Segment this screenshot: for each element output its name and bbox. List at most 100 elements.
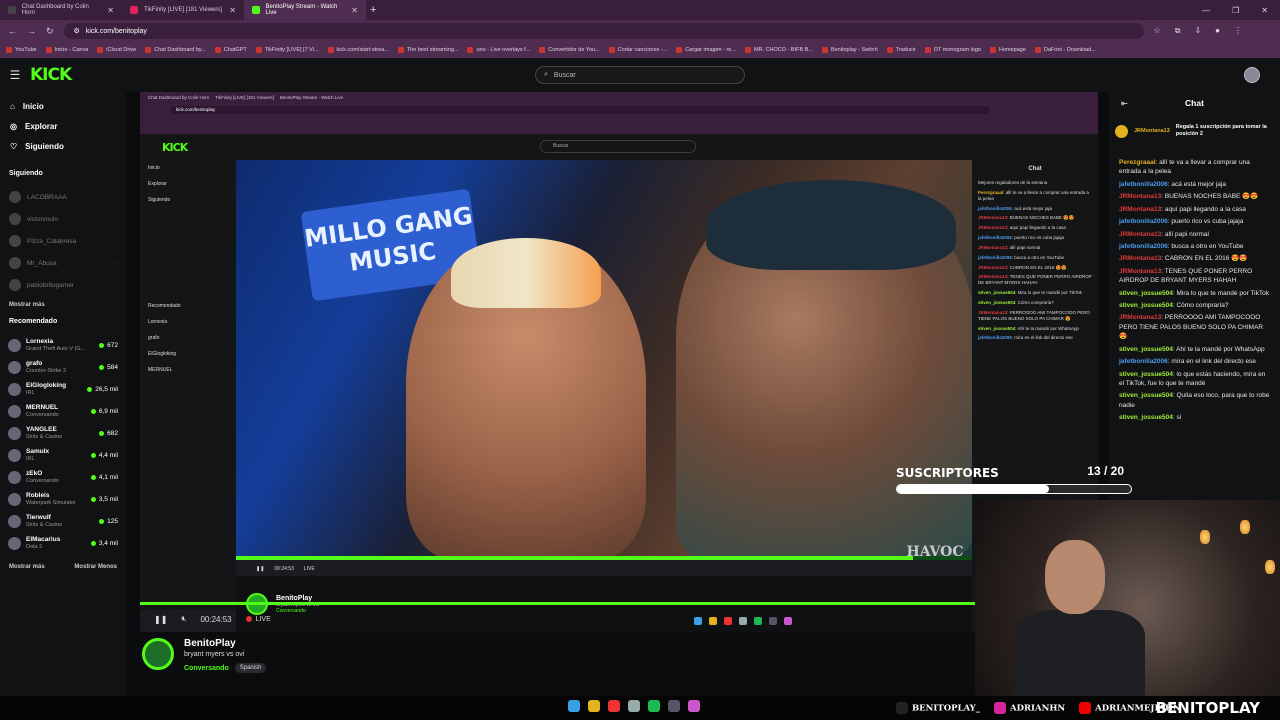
show-more-following[interactable]: Mostrar más — [0, 296, 126, 314]
sidebar-item-inicio[interactable]: ⌂ Inicio — [0, 96, 126, 116]
spotify-icon[interactable] — [648, 700, 660, 712]
user-avatar[interactable] — [1244, 67, 1260, 83]
recommended-channel[interactable]: YANGLEE Slots & Casino 682 — [0, 422, 126, 444]
recommended-channel[interactable]: Robleis Waterpark Simulator 3,5 mil — [0, 488, 126, 510]
tab-tikfinity[interactable]: TikFinity [LIVE] [181 Viewers] ✕ — [122, 0, 244, 20]
chat-username[interactable]: stiven_jossue504 — [1119, 371, 1173, 378]
chat-username[interactable]: JRMontana13 — [1119, 231, 1161, 238]
kick-logo[interactable]: KICK — [30, 65, 72, 85]
close-tab-icon[interactable]: ✕ — [351, 6, 358, 15]
reload-icon[interactable]: ↻ — [46, 26, 54, 37]
pause-button[interactable]: ❚❚ — [154, 615, 167, 624]
progress-bar[interactable] — [140, 602, 1098, 605]
streamer-avatar[interactable] — [142, 638, 174, 670]
chat-username[interactable]: stiven_jossue504 — [1119, 346, 1173, 353]
chat-message[interactable]: JRMontana13: aquí papi llegando a la cas… — [1119, 205, 1270, 214]
chat-username[interactable]: stiven_jossue504 — [1119, 302, 1173, 309]
close-tab-icon[interactable]: ✕ — [229, 6, 236, 15]
chat-message[interactable]: stiven_jossue504: Mira lo que te mandé p… — [1119, 289, 1270, 298]
tab-benitoplay[interactable]: BenitoPlay Stream - Watch Live ✕ — [244, 0, 366, 20]
app-icon[interactable] — [668, 700, 680, 712]
following-item[interactable]: Pizza_Calabresa ◌ — [0, 230, 126, 252]
mute-icon[interactable]: 🔇︎ — [181, 614, 186, 624]
chat-message[interactable]: jafetbonilla2006: míra en el link del di… — [1119, 357, 1270, 366]
profile-icon[interactable]: ● — [1215, 26, 1220, 36]
chat-message[interactable]: JRMontana13: BUENAS NOCHES BABE 😍😍 — [1119, 192, 1270, 201]
chat-username[interactable]: stiven_jossue504 — [1119, 414, 1173, 421]
back-icon[interactable]: ← — [8, 26, 17, 36]
chat-message[interactable]: JRMontana13: PERROOOO AMI TAMPOCOOO PERO… — [1119, 313, 1270, 341]
bookmark-item[interactable]: Benitoplay - Switch — [821, 47, 878, 53]
chat-username[interactable]: JRMontana13 — [1119, 193, 1161, 200]
chat-username[interactable]: JRMontana13 — [1119, 255, 1161, 262]
menu-icon[interactable]: ⋮ — [1234, 26, 1242, 36]
collapse-chat-icon[interactable]: ⇤ — [1121, 99, 1128, 108]
chat-username[interactable]: JRMontana13 — [1119, 268, 1161, 275]
chat-message[interactable]: JRMontana13: CABRON EN EL 2016 😍😍 — [1119, 254, 1270, 263]
sidebar-item-siguiendo[interactable]: ♡ Siguiendo — [0, 136, 126, 156]
bookmark-item[interactable]: Traducir — [886, 47, 916, 53]
chat-message[interactable]: stiven_jossue504: Quita eso loco, para q… — [1119, 391, 1270, 410]
new-tab-button[interactable]: + — [370, 4, 376, 16]
recommended-channel[interactable]: Tierwulf Slots & Casino 125 — [0, 510, 126, 532]
chat-username[interactable]: stiven_jossue504 — [1119, 392, 1173, 399]
bookmark-item[interactable]: ChatGPT — [214, 47, 247, 53]
chat-message[interactable]: JRMontana13: allí papi normal — [1119, 230, 1270, 239]
tab-chat-dashboard[interactable]: Chat Dashboard by Colin Horn ✕ — [0, 0, 122, 20]
bookmark-item[interactable]: Inicio - Canva — [45, 47, 88, 53]
bookmark-star-icon[interactable]: ☆ — [1154, 26, 1161, 36]
chat-username[interactable]: Perezgraaal — [1119, 159, 1156, 166]
chrome-icon[interactable] — [608, 700, 620, 712]
chat-message[interactable]: JRMontana13: TENES QUE PONER PERRO AIRDR… — [1119, 267, 1270, 286]
forward-icon[interactable]: → — [27, 26, 36, 36]
site-info-icon[interactable]: ⚙ — [74, 27, 80, 35]
show-more-button[interactable]: Mostrar más — [9, 564, 45, 570]
chat-message[interactable]: stiven_jossue504: Ahí te la mandé por Wh… — [1119, 345, 1270, 354]
streamer-name[interactable]: BenitoPlay — [184, 638, 266, 649]
pinned-gift-banner[interactable]: JRMontana13 Regala 1 suscripción para to… — [1115, 118, 1274, 144]
chat-username[interactable]: stiven_jossue504 — [1119, 290, 1173, 297]
stream-category[interactable]: Conversando — [184, 665, 229, 672]
recommended-channel[interactable]: grafo Counter-Strike 2 584 — [0, 356, 126, 378]
chat-message[interactable]: stiven_jossue504: si — [1119, 413, 1270, 422]
bookmark-item[interactable]: Chat Dashboard by... — [145, 47, 206, 53]
bookmark-item[interactable]: YouTube — [6, 47, 37, 53]
show-less-button[interactable]: Mostrar Menos — [74, 564, 117, 570]
following-item[interactable]: victorvoulo ◌ — [0, 208, 126, 230]
recommended-channel[interactable]: Samulx IRL 4,4 mil — [0, 444, 126, 466]
chat-username[interactable]: JRMontana13 — [1119, 314, 1161, 321]
close-window-icon[interactable]: ✕ — [1261, 6, 1268, 15]
sidebar-item-explorar[interactable]: ◎ Explorar — [0, 116, 126, 136]
recommended-channel[interactable]: ElGlogloking IRL 26,5 mil — [0, 378, 126, 400]
maximize-icon[interactable]: ❐ — [1232, 6, 1239, 15]
chat-message[interactable]: stiven_jossue504: Cómo compraría? — [1119, 301, 1270, 310]
chat-message[interactable]: stiven_jossue504: lo que estás haciendo,… — [1119, 370, 1270, 389]
bookmark-item[interactable]: Convertidor de You... — [539, 47, 600, 53]
bookmark-item[interactable]: DaFont - Download... — [1034, 47, 1096, 53]
following-item[interactable]: pablobritogamer ◌ — [0, 274, 126, 296]
bookmark-item[interactable]: uno - Live overlays f... — [467, 47, 530, 53]
folder-icon[interactable] — [588, 700, 600, 712]
chat-username[interactable]: jafetbonilla2006 — [1119, 358, 1168, 365]
recommended-channel[interactable]: ElMacarius Dota 2 3,4 mil — [0, 532, 126, 554]
chat-message[interactable]: jafetbonilla2006: busca a otro en YouTub… — [1119, 242, 1270, 251]
chat-message[interactable]: Perezgraaal: allí te va a llevar a compr… — [1119, 158, 1270, 177]
chat-username[interactable]: jafetbonilla2006 — [1119, 181, 1168, 188]
bookmark-item[interactable]: MR. CHOCO - BIFB B... — [744, 47, 813, 53]
language-tag[interactable]: Spanish — [234, 663, 267, 673]
search-input[interactable]: ⌕ Buscar — [535, 66, 745, 84]
following-item[interactable]: Mr_Abusa ◌ — [0, 252, 126, 274]
chat-username[interactable]: jafetbonilla2006 — [1119, 243, 1168, 250]
bookmark-item[interactable]: iCloud Drive — [97, 47, 136, 53]
hamburger-menu-icon[interactable]: ☰ — [0, 68, 30, 82]
bookmark-item[interactable]: Homepage — [989, 47, 1026, 53]
recommended-channel[interactable]: zEkO Conversando 4,1 mil — [0, 466, 126, 488]
recommended-channel[interactable]: Lornexia Grand Theft Auto V (G... 672 — [0, 334, 126, 356]
recommended-channel[interactable]: MERNUEL Conversando 6,9 mil — [0, 400, 126, 422]
extensions-icon[interactable]: ⧉ — [1175, 26, 1181, 36]
bookmark-item[interactable]: kick.com/start-strea... — [327, 47, 389, 53]
chat-message[interactable]: jafetbonilla2006: acá está mejor jaja — [1119, 180, 1270, 189]
download-icon[interactable]: ⇩ — [1194, 26, 1201, 36]
bookmark-item[interactable]: Cortar canciones -... — [608, 47, 667, 53]
obs-icon[interactable] — [628, 700, 640, 712]
